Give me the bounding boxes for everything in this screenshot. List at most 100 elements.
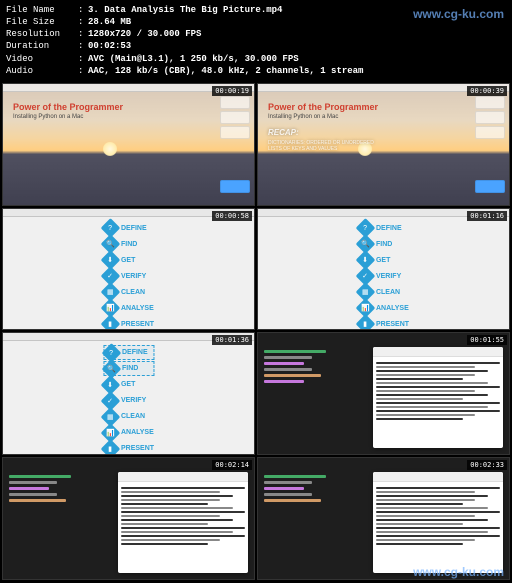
watermark-bottom: www.cg-ku.com: [413, 565, 504, 579]
step-row: ? DEFINE: [358, 221, 409, 236]
hex-glyph: ▮: [363, 321, 367, 328]
browser-window: [373, 472, 503, 573]
text-line: [376, 362, 500, 364]
step-label: CLEAN: [121, 413, 145, 420]
text-line: [376, 535, 500, 537]
step-row: ▮PRESENT: [358, 317, 409, 331]
step-row: ✓ VERIFY: [358, 269, 409, 284]
thumbnail-8: 00:02:33: [257, 457, 510, 580]
text-line: [376, 406, 488, 408]
step-row: ⬇GET: [103, 253, 154, 268]
step-row: 📊ANALYSE: [358, 301, 409, 316]
hex-glyph: 📊: [361, 305, 370, 312]
hex-icon: ▮: [355, 314, 375, 330]
text-line: [376, 386, 500, 388]
mac-dock: [475, 96, 505, 193]
step-row: 🔍FIND: [358, 237, 409, 252]
step-label: DEFINE: [121, 225, 147, 232]
hex-glyph: ▦: [107, 413, 114, 420]
browser-body: [118, 482, 248, 550]
code-editor: [264, 347, 352, 447]
text-line: [376, 531, 488, 533]
thumbnail-2: Power of the Programmer Installing Pytho…: [257, 83, 510, 206]
code-line: [9, 475, 71, 478]
meta-label: Video: [6, 53, 78, 65]
hex-glyph: 📊: [106, 429, 115, 436]
hex-icon: ▮: [100, 314, 120, 330]
text-line: [376, 495, 488, 497]
meta-label: File Name: [6, 4, 78, 16]
browser-body: [373, 482, 503, 550]
colon: :: [78, 53, 88, 65]
slide-sub: Installing Python on a Mac: [268, 114, 338, 120]
text-line: [121, 531, 233, 533]
text-line: [376, 499, 475, 501]
colon: :: [78, 4, 88, 16]
meta-row-resolution: Resolution : 1280x720 / 30.000 FPS: [6, 28, 506, 40]
hex-glyph: ✓: [107, 397, 113, 404]
text-line: [121, 523, 208, 525]
text-line: [376, 366, 475, 368]
meta-row-audio: Audio : AAC, 128 kb/s (CBR), 48.0 kHz, 2…: [6, 65, 506, 77]
hex-glyph: ▦: [362, 289, 369, 296]
text-line: [121, 487, 245, 489]
text-line: [121, 527, 245, 529]
watermark-top: www.cg-ku.com: [413, 6, 504, 22]
text-line: [121, 519, 233, 521]
dock-item: [475, 96, 505, 109]
step-label: VERIFY: [376, 273, 401, 280]
text-line: [121, 539, 220, 541]
steps-list: ?DEFINE🔍FIND⬇GET✓VERIFY▦CLEAN📊ANALYSE▮PR…: [358, 221, 409, 331]
hex-glyph: 🔍: [106, 241, 115, 248]
hex-glyph: ⬇: [107, 381, 113, 388]
timestamp: 00:02:33: [467, 460, 507, 470]
step-row: ⬇ GET: [103, 377, 154, 392]
step-row: ? DEFINE: [103, 221, 154, 236]
text-line: [376, 382, 488, 384]
meta-value-duration: 00:02:53: [88, 40, 131, 52]
text-line: [376, 394, 488, 396]
timestamp: 00:01:55: [467, 335, 507, 345]
hex-glyph: ⬇: [362, 257, 368, 264]
browser-body: [373, 357, 503, 425]
code-editor: [264, 472, 352, 572]
colon: :: [78, 28, 88, 40]
dock-item: [475, 111, 505, 124]
code-editor: [9, 472, 97, 572]
meta-label: Duration: [6, 40, 78, 52]
step-label: GET: [121, 381, 135, 388]
step-row: ▮PRESENT: [103, 317, 154, 331]
dock-item: [220, 126, 250, 139]
hex-glyph: 📊: [106, 305, 115, 312]
hex-glyph: ?: [363, 225, 367, 232]
timestamp: 00:00:58: [212, 211, 252, 221]
hex-glyph: ▦: [107, 289, 114, 296]
text-line: [376, 519, 488, 521]
text-line: [121, 499, 220, 501]
step-label: PRESENT: [121, 445, 154, 452]
step-row: 📊ANALYSE: [103, 301, 154, 316]
text-line: [121, 503, 208, 505]
step-label: DEFINE: [376, 225, 402, 232]
code-line: [264, 368, 312, 371]
meta-label: Resolution: [6, 28, 78, 40]
hex-glyph: ✓: [362, 273, 368, 280]
step-label: VERIFY: [121, 397, 146, 404]
text-line: [376, 487, 500, 489]
step-row: ⬇GET: [358, 253, 409, 268]
thumbnail-grid: Power of the Programmer Installing Pytho…: [0, 81, 512, 582]
hex-glyph: ?: [108, 225, 112, 232]
text-line: [121, 515, 220, 517]
recap-line-2: LISTS OF KEYS AND VALUES: [268, 146, 337, 152]
step-label: VERIFY: [121, 273, 146, 280]
text-line: [121, 491, 220, 493]
hex-icon: ▮: [100, 439, 120, 455]
timestamp: 00:00:19: [212, 86, 252, 96]
dock-item: [220, 111, 250, 124]
slide-sub: Installing Python on a Mac: [13, 114, 83, 120]
step-row: ▦ CLEAN: [103, 409, 154, 424]
text-line: [376, 390, 475, 392]
timestamp: 00:00:39: [467, 86, 507, 96]
hex-glyph: 🔍: [107, 365, 116, 372]
text-line: [376, 410, 500, 412]
